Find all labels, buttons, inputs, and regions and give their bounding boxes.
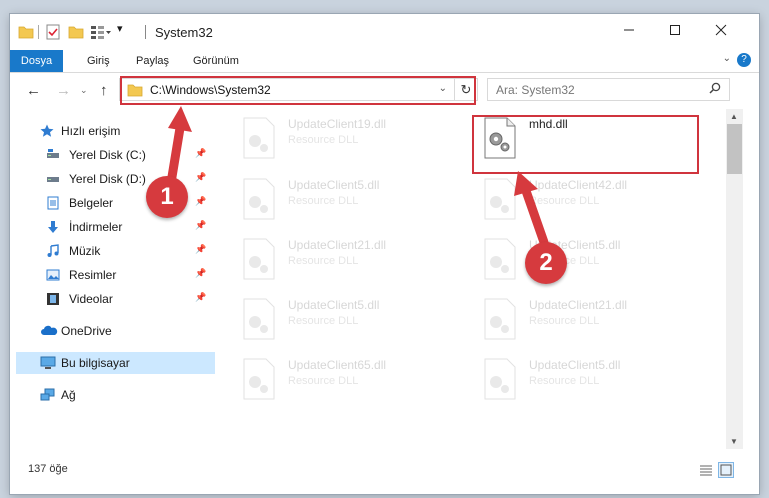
step-1-badge: 1: [146, 176, 188, 218]
annotation-arrows: [165, 106, 551, 253]
step-2-badge: 2: [525, 242, 567, 284]
explorer-window: ▾ System32 Dosya Giriş Paylaş Görünüm ⌄ …: [10, 14, 759, 494]
